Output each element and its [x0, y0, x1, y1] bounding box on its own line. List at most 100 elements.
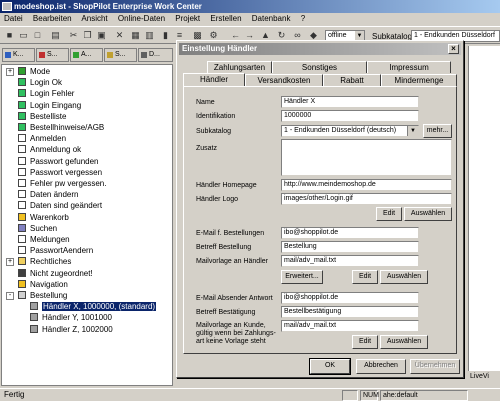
- subkatalog-dropdown[interactable]: 1 - Endkunden Düsseldorf (deutsch): [281, 125, 419, 137]
- tree-item[interactable]: Händler Y, 1001000: [30, 313, 112, 323]
- tree-item[interactable]: Login Fehler: [18, 89, 74, 99]
- tree-item[interactable]: Fehler pw vergessen.: [18, 179, 106, 189]
- cancel-button[interactable]: Abbrechen: [356, 359, 406, 374]
- page-icon: [18, 246, 26, 255]
- ok-button[interactable]: OK: [309, 358, 351, 375]
- left-tab-2[interactable]: S...: [36, 48, 69, 62]
- menu-datei[interactable]: Datei: [4, 14, 23, 23]
- tree-item[interactable]: Händler X, 1000000, (standard): [30, 302, 157, 312]
- menu-projekt[interactable]: Projekt: [175, 14, 200, 23]
- zusatz-textarea[interactable]: [281, 139, 452, 176]
- tab-icon: [107, 52, 113, 58]
- status-bar: Fertig NUM ahe:default: [0, 388, 500, 401]
- mailvorlage-kunde-field[interactable]: mail/adv_mail.txt: [281, 320, 419, 332]
- tab-mindermenge[interactable]: Mindermenge: [381, 74, 457, 86]
- tab-zahlungsarten[interactable]: Zahlungsarten: [207, 61, 272, 73]
- logo-field[interactable]: images/other/Login.gif: [281, 193, 452, 205]
- left-tab-5[interactable]: D...: [138, 48, 173, 62]
- close-button[interactable]: ×: [448, 44, 459, 54]
- name-field[interactable]: Händler X: [281, 96, 419, 108]
- tree-item-label: Rechtliches: [30, 257, 72, 267]
- table-icon[interactable]: ▦: [130, 30, 141, 41]
- left-tab-3[interactable]: A...: [70, 48, 103, 62]
- print-icon[interactable]: ▤: [50, 30, 61, 41]
- tree-item[interactable]: Daten sind geändert: [18, 201, 102, 211]
- new-icon[interactable]: □: [32, 30, 43, 41]
- id-field[interactable]: 1000000: [281, 110, 419, 122]
- expand-icon[interactable]: +: [6, 258, 14, 267]
- chart-icon[interactable]: ▮: [160, 30, 171, 41]
- tree-item[interactable]: Passwort vergessen: [18, 167, 102, 178]
- logo-edit-button[interactable]: Edit: [376, 207, 402, 221]
- tree-item[interactable]: Login Ok: [18, 78, 62, 88]
- logo-select-button[interactable]: Auswählen: [404, 207, 452, 221]
- tab-haendler[interactable]: Händler: [183, 73, 245, 86]
- tab-sonstiges[interactable]: Sonstiges: [272, 61, 367, 73]
- left-tab-1[interactable]: K...: [2, 48, 35, 62]
- mail-select-button[interactable]: Auswählen: [380, 270, 428, 284]
- menu-help[interactable]: ?: [301, 14, 305, 23]
- mailvorlage-field[interactable]: mail/adv_mail.txt: [281, 255, 419, 267]
- tree-item[interactable]: Anmeldung ok: [18, 145, 81, 155]
- apply-button[interactable]: Übernehmen: [410, 359, 460, 374]
- tree-item-label: Login Fehler: [30, 89, 75, 99]
- tree-item[interactable]: + Mode: [6, 67, 50, 77]
- cut-icon[interactable]: ✂: [68, 30, 79, 41]
- mail-edit-button[interactable]: Edit: [352, 270, 378, 284]
- menu-online-daten[interactable]: Online-Daten: [118, 14, 165, 23]
- tab-impressum[interactable]: Impressum: [367, 61, 451, 73]
- tree-item[interactable]: Login Eingang: [18, 100, 82, 111]
- expand-icon[interactable]: +: [6, 68, 14, 76]
- tree-item[interactable]: Nicht zugeordnet!: [18, 268, 93, 279]
- tree-item[interactable]: Meldungen: [18, 235, 70, 245]
- tree-item-label: Anmelden: [30, 134, 67, 144]
- grid-icon[interactable]: ▥: [144, 30, 155, 41]
- tree-item[interactable]: Bestellhinweise/AGB: [18, 123, 104, 133]
- more-button[interactable]: mehr...: [423, 124, 452, 138]
- email-best-field[interactable]: ibo@shoppilot.de: [281, 227, 419, 239]
- tree-item[interactable]: Händler Z, 1002000: [30, 324, 113, 335]
- collapse-icon[interactable]: -: [6, 292, 14, 300]
- tab-liveview[interactable]: LiveVi: [470, 373, 489, 380]
- menu-erstellen[interactable]: Erstellen: [210, 14, 241, 23]
- page-icon: [18, 167, 26, 176]
- tree-item[interactable]: + Rechtliches: [6, 257, 72, 267]
- paste-icon[interactable]: ▣: [96, 30, 107, 41]
- tree-item[interactable]: Daten ändern: [18, 190, 78, 200]
- delete-icon[interactable]: ✕: [114, 30, 125, 41]
- tree-item-label: Warenkorb: [30, 212, 69, 222]
- tree-item[interactable]: Bestelliste: [18, 111, 66, 122]
- menu-datenbank[interactable]: Datenbank: [252, 14, 291, 23]
- copy-icon[interactable]: ❐: [82, 30, 93, 41]
- erweitert-button[interactable]: Erweitert...: [281, 270, 323, 284]
- email-abs-field[interactable]: ibo@shoppilot.de: [281, 292, 419, 304]
- tree-item[interactable]: - Bestellung: [6, 291, 67, 301]
- tree-item-label: Händler Y, 1001000: [42, 313, 112, 323]
- tree-item[interactable]: Suchen: [18, 223, 57, 234]
- tree-item-label: Fehler pw vergessen.: [30, 179, 107, 188]
- tree-item[interactable]: Navigation: [18, 279, 68, 290]
- tab-rabatt[interactable]: Rabatt: [323, 74, 381, 86]
- left-tab-4[interactable]: S...: [104, 48, 137, 62]
- kunde-edit-button[interactable]: Edit: [352, 335, 378, 349]
- kunde-select-button[interactable]: Auswählen: [380, 335, 428, 349]
- tree-item[interactable]: Warenkorb: [18, 212, 69, 223]
- open-icon[interactable]: ▭: [18, 30, 29, 41]
- tree-item-label: Login Eingang: [30, 100, 82, 110]
- tree-item[interactable]: PasswortAendern: [18, 246, 93, 256]
- window-titlebar: modeshop.ist - ShopPilot Enterprise Work…: [0, 0, 500, 13]
- tree-item[interactable]: Passwort gefunden: [18, 156, 99, 167]
- menu-ansicht[interactable]: Ansicht: [81, 14, 107, 23]
- save-icon[interactable]: ■: [4, 30, 15, 41]
- betreff-bestaet-field[interactable]: Bestellbestätigung: [281, 306, 419, 318]
- tree-item-label: Daten sind geändert: [30, 201, 103, 211]
- tab-versandkosten[interactable]: Versandkosten: [245, 74, 323, 86]
- betreff-best-field[interactable]: Bestellung: [281, 241, 419, 253]
- page-icon: [18, 123, 26, 131]
- page-icon: [18, 291, 26, 299]
- page-icon: [18, 257, 26, 266]
- homepage-field[interactable]: http://www.meindemoshop.de: [281, 179, 452, 191]
- tree-item[interactable]: Anmelden: [18, 134, 66, 144]
- dialog-titlebar: Einstellung Händler ×: [179, 43, 461, 55]
- menu-bearbeiten[interactable]: Bearbeiten: [33, 14, 72, 23]
